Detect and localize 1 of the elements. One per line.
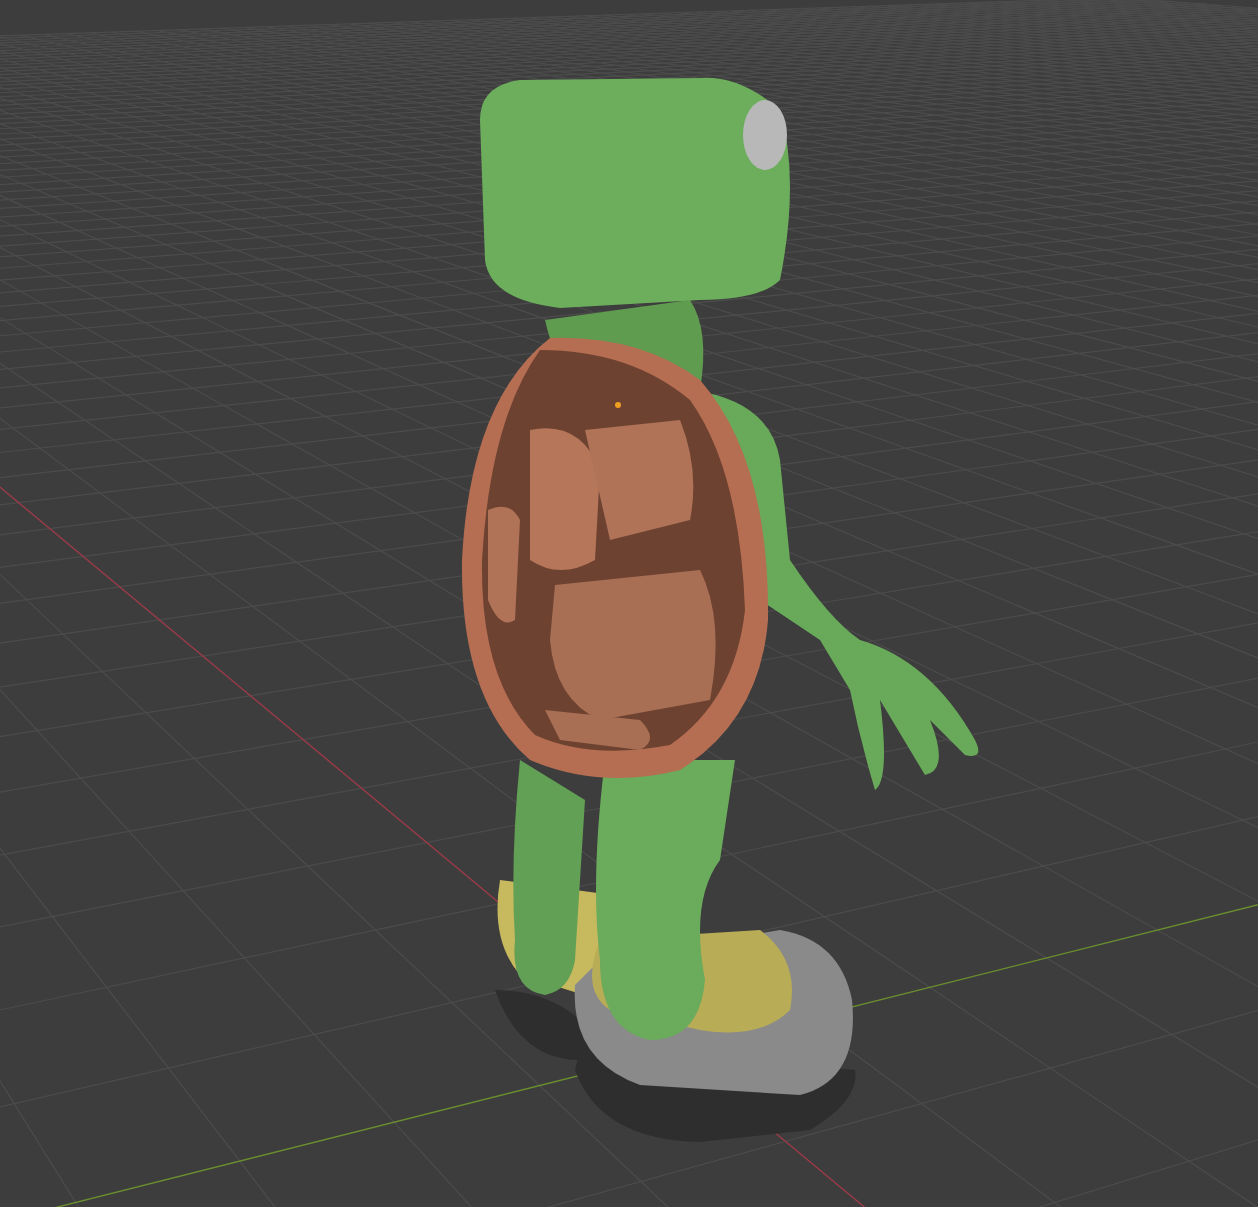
object-origin-icon [615,402,621,408]
